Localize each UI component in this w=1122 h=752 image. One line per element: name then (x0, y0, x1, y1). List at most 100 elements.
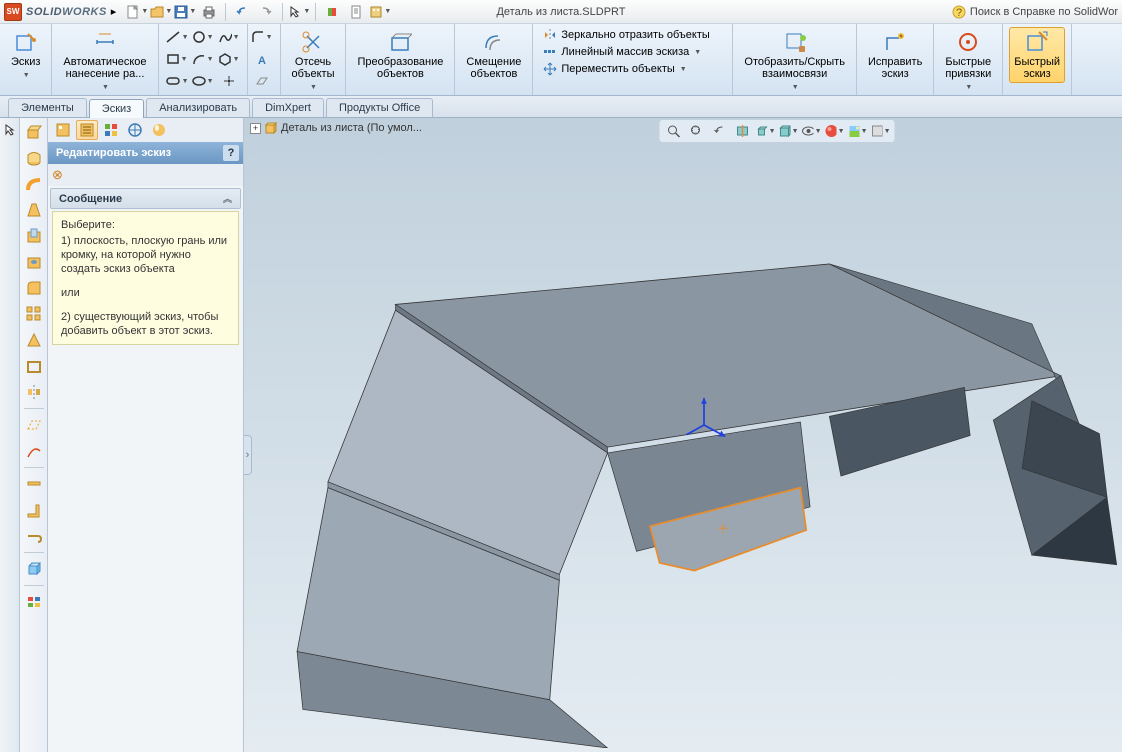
repair-sketch-button[interactable]: Исправить эскиз (863, 27, 927, 83)
trim-label: Отсечь объекты (292, 56, 335, 80)
ribbon-group-draw-tools: ▼ ▼ ▼ ▼ ▼ ▼ ▼ ▼ (159, 24, 248, 95)
slot-tool[interactable]: ▼ (165, 71, 189, 91)
graphics-viewport[interactable]: + Деталь из листа (По умол... ▼ ▼ ▼ ▼ ▼ … (244, 118, 1122, 752)
spline-tool[interactable]: ▼ (217, 27, 241, 47)
extrude-icon[interactable] (24, 122, 44, 142)
offset-button[interactable]: Смещение объектов (461, 27, 526, 83)
ribbon-group-snaps: Быстрые привязки ▼ (934, 24, 1003, 95)
tree-expand-icon[interactable]: + (250, 123, 261, 134)
tab-evaluate[interactable]: Анализировать (146, 98, 250, 117)
view-settings-icon[interactable]: ▼ (871, 122, 891, 140)
select-filter-icon[interactable] (2, 122, 18, 138)
zoom-fit-icon[interactable] (664, 122, 684, 140)
tab-office[interactable]: Продукты Office (326, 98, 433, 117)
ref-geom-icon[interactable] (24, 415, 44, 435)
tab-dimxpert[interactable]: DimXpert (252, 98, 324, 117)
convert-label: Преобразование объектов (357, 56, 443, 80)
sketch-button[interactable]: Эскиз ▼ (6, 27, 45, 85)
breadcrumb-text[interactable]: Деталь из листа (По умол... (281, 122, 422, 134)
tab-features[interactable]: Элементы (8, 98, 87, 117)
sweep-icon[interactable] (24, 174, 44, 194)
pm-help-button[interactable]: ? (223, 145, 239, 161)
cut-extrude-icon[interactable] (24, 226, 44, 246)
sheet-hem-icon[interactable] (24, 526, 44, 546)
svg-text:?: ? (956, 7, 962, 19)
display-relations-button[interactable]: Отобразить/Скрыть взаимосвязи ▼ (739, 27, 850, 97)
select-button[interactable]: ▼ (288, 2, 310, 22)
quick-access-toolbar: ▼ ▼ ▼ ▼ ▼ (126, 2, 391, 22)
doc-props-button[interactable] (345, 2, 367, 22)
curves-icon[interactable] (24, 441, 44, 461)
part-icon (264, 121, 278, 135)
ribbon-group-convert: Преобразование объектов (346, 24, 455, 95)
help-icon: ? (952, 5, 966, 19)
prev-view-icon[interactable] (710, 122, 730, 140)
move-button[interactable]: Переместить объекты▼ (539, 61, 713, 77)
panel-flyout-handle[interactable]: › (244, 435, 252, 475)
instant3d-icon[interactable] (24, 559, 44, 579)
display-style-icon[interactable]: ▼ (779, 122, 799, 140)
mirror-icon (543, 28, 557, 42)
help-search[interactable]: ? Поиск в Справке по SolidWor (952, 5, 1122, 19)
hide-show-icon[interactable]: ▼ (802, 122, 822, 140)
ellipse-tool[interactable]: ▼ (191, 71, 215, 91)
circle-tool[interactable]: ▼ (191, 27, 215, 47)
line-tool[interactable]: ▼ (165, 27, 189, 47)
convert-button[interactable]: Преобразование объектов (352, 27, 448, 83)
pm-tab-config-mgr[interactable] (100, 120, 122, 140)
linear-pattern-button[interactable]: Линейный массив эскиза▼ (539, 44, 713, 60)
fillet-tool[interactable]: ▼ (250, 27, 274, 47)
app-logo-icon: SW (4, 3, 22, 21)
new-file-button[interactable]: ▼ (126, 2, 148, 22)
undo-button[interactable] (231, 2, 253, 22)
open-file-button[interactable]: ▼ (150, 2, 172, 22)
trim-button[interactable]: Отсечь объекты ▼ (287, 27, 340, 97)
save-button[interactable]: ▼ (174, 2, 196, 22)
options-button[interactable]: ▼ (369, 2, 391, 22)
loft-icon[interactable] (24, 200, 44, 220)
quick-snaps-button[interactable]: Быстрые привязки ▼ (940, 27, 996, 97)
revolve-icon[interactable] (24, 148, 44, 168)
section-view-icon[interactable] (733, 122, 753, 140)
view-orient-icon[interactable]: ▼ (756, 122, 776, 140)
brand-part-2: WORKS (62, 6, 107, 18)
config-icon[interactable] (24, 592, 44, 612)
ribbon-group-trim: Отсечь объекты ▼ (281, 24, 347, 95)
pm-pushpin-icon[interactable]: ⊗ (52, 167, 63, 183)
repair-label: Исправить эскиз (868, 56, 922, 80)
point-tool[interactable] (217, 71, 241, 91)
apply-scene-icon[interactable]: ▼ (848, 122, 868, 140)
tab-sketch[interactable]: Эскиз (89, 99, 144, 118)
pm-tab-dimxpert[interactable] (124, 120, 146, 140)
rib-icon[interactable] (24, 330, 44, 350)
mirror-button[interactable]: Зеркально отразить объекты (539, 27, 713, 43)
pm-msg-or: или (61, 286, 230, 300)
rebuild-button[interactable] (321, 2, 343, 22)
shell-icon[interactable] (24, 356, 44, 376)
edit-appearance-icon[interactable]: ▼ (825, 122, 845, 140)
sketch-label: Эскиз (11, 56, 40, 68)
hole-icon[interactable] (24, 252, 44, 272)
app-menu-dropdown[interactable]: ▸ (111, 5, 117, 18)
polygon-tool[interactable]: ▼ (217, 49, 241, 69)
sheet-base-icon[interactable] (24, 474, 44, 494)
pattern-icon[interactable] (24, 304, 44, 324)
pm-tab-property-mgr[interactable] (76, 120, 98, 140)
pm-section-header[interactable]: Сообщение ︽ (50, 188, 241, 209)
pm-tab-render[interactable] (148, 120, 170, 140)
print-button[interactable] (198, 2, 220, 22)
redo-button[interactable] (255, 2, 277, 22)
pm-tab-feature-tree[interactable] (52, 120, 74, 140)
arc-tool[interactable]: ▼ (191, 49, 215, 69)
sheet-flange-icon[interactable] (24, 500, 44, 520)
fillet-feat-icon[interactable] (24, 278, 44, 298)
mirror-feat-icon[interactable] (24, 382, 44, 402)
rectangle-tool[interactable]: ▼ (165, 49, 189, 69)
plane-tool[interactable] (250, 71, 274, 91)
rapid-sketch-button[interactable]: Быстрый эскиз (1009, 27, 1065, 83)
text-tool[interactable]: A (250, 49, 274, 69)
pm-section-title: Сообщение (59, 193, 122, 205)
smart-dimension-button[interactable]: Автоматическое нанесение ра... ▼ (58, 27, 151, 97)
zoom-area-icon[interactable] (687, 122, 707, 140)
linear-label: Линейный массив эскиза (561, 46, 689, 58)
